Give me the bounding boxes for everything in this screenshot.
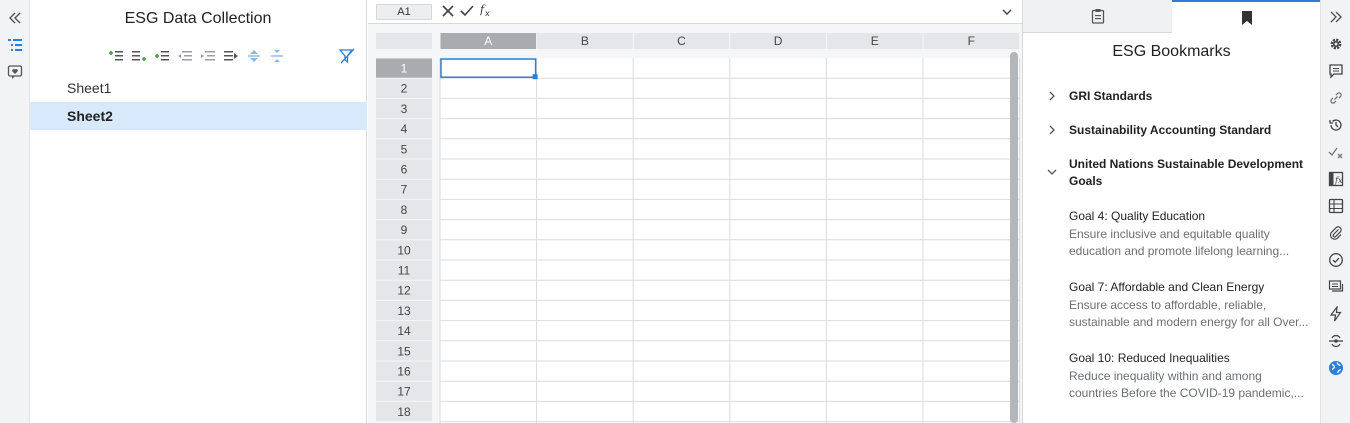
column-header-label: A bbox=[484, 34, 492, 48]
formula-actions: fx bbox=[442, 3, 494, 22]
goal-description: countries Before the COVID-19 pandemic,.… bbox=[1069, 386, 1304, 400]
goal-item[interactable]: Goal 7: Affordable and Clean Energy Ensu… bbox=[1069, 279, 1311, 332]
chevron-down-icon bbox=[1047, 169, 1057, 175]
outline-toolbar bbox=[108, 47, 285, 65]
column-header-label: F bbox=[968, 34, 975, 48]
insert-row-above-icon[interactable] bbox=[108, 48, 124, 64]
column-header-label: D bbox=[774, 34, 783, 48]
select-all-corner bbox=[376, 33, 432, 49]
filter-clear-icon[interactable] bbox=[338, 47, 356, 65]
comment-icon[interactable] bbox=[1327, 62, 1345, 80]
row-header-label: 18 bbox=[397, 405, 411, 419]
column-header-label: C bbox=[677, 34, 686, 48]
link-icon[interactable] bbox=[1327, 89, 1345, 107]
svg-text:x: x bbox=[485, 9, 490, 17]
goal-title: Goal 4: Quality Education bbox=[1069, 209, 1206, 223]
row-header-label: 1 bbox=[401, 62, 408, 76]
expand-icon[interactable] bbox=[246, 48, 262, 64]
row-header-label: 6 bbox=[401, 163, 408, 177]
history-icon[interactable] bbox=[1327, 116, 1345, 134]
row-header-label: 14 bbox=[397, 324, 411, 338]
bookmark-icon bbox=[1241, 10, 1252, 25]
conversations-icon[interactable] bbox=[1327, 278, 1345, 296]
expand-panel-icon[interactable] bbox=[1327, 8, 1345, 26]
row-header-label: 16 bbox=[397, 365, 411, 379]
goal-description: Reduce inequality within and among bbox=[1069, 368, 1262, 383]
goal-description: sustainable and modern energy for all Ov… bbox=[1069, 315, 1309, 329]
right-rail: fx bbox=[1320, 0, 1350, 423]
bookmarks-title: ESG Bookmarks bbox=[1112, 43, 1231, 60]
goal-item[interactable]: Goal 10: Reduced Inequalities Reduce ine… bbox=[1069, 350, 1311, 403]
approval-icon[interactable] bbox=[1327, 251, 1345, 269]
lightning-icon[interactable] bbox=[1327, 305, 1345, 323]
goal-description: education and promote lifelong learning.… bbox=[1069, 244, 1290, 258]
bookmark-section-sasb[interactable]: Sustainability Accounting Standard bbox=[1045, 122, 1315, 139]
goal-title: Goal 10: Reduced Inequalities bbox=[1069, 351, 1230, 365]
svg-text:fx: fx bbox=[1334, 176, 1343, 185]
favorites-icon[interactable] bbox=[5, 62, 25, 82]
gear-icon[interactable] bbox=[1327, 35, 1345, 53]
sheet-item-sheet2[interactable]: Sheet2 bbox=[30, 102, 367, 130]
chevron-right-icon bbox=[1049, 125, 1055, 135]
sheet-item-sheet1[interactable]: Sheet1 bbox=[30, 74, 367, 102]
connection-icon[interactable] bbox=[1327, 332, 1345, 350]
bookmark-section-sdg[interactable]: United Nations Sustainable Development G… bbox=[1045, 156, 1315, 190]
spreadsheet-area: A1 fx ABCDEF 1 2 3 4 5 6 7 8 9 10 11 12 13 14 15 16 17 18 bbox=[368, 0, 1022, 423]
formula-sheet-icon[interactable]: fx bbox=[1327, 170, 1345, 188]
row-header-label: 11 bbox=[398, 264, 411, 278]
cell-grid[interactable]: ABCDEF 123456789101112131415161718 bbox=[368, 24, 1022, 423]
left-panel: ESG Data Collection Sheet1 Sheet2 bbox=[30, 0, 367, 423]
row-header-label: 8 bbox=[401, 203, 408, 217]
right-panel: ESG Bookmarks GRI Standards Sustainabili… bbox=[1022, 0, 1321, 423]
row-header-label: 4 bbox=[401, 122, 408, 136]
column-header-label: B bbox=[581, 34, 589, 48]
goal-item[interactable]: Goal 4: Quality Education Ensure inclusi… bbox=[1069, 208, 1311, 261]
tab-bookmarks[interactable] bbox=[1172, 0, 1321, 33]
fill-handle bbox=[532, 74, 538, 80]
row-header-label: 9 bbox=[401, 223, 408, 237]
outdent-icon[interactable] bbox=[177, 48, 193, 64]
row-header-label: 2 bbox=[401, 82, 408, 96]
chevron-right-icon bbox=[1049, 91, 1055, 101]
row-header-label: 15 bbox=[397, 344, 411, 358]
row-header-label: 17 bbox=[397, 385, 411, 399]
left-rail bbox=[0, 0, 30, 423]
insert-row-below-icon[interactable] bbox=[131, 48, 147, 64]
globe-icon[interactable] bbox=[1327, 359, 1345, 377]
formula-bar: A1 fx bbox=[368, 0, 1022, 24]
collapse-left-icon[interactable] bbox=[5, 8, 25, 28]
goal-description: Ensure inclusive and equitable quality bbox=[1069, 226, 1270, 241]
column-header-label: E bbox=[871, 34, 879, 48]
check-changes-icon[interactable] bbox=[1327, 143, 1345, 161]
indent-icon[interactable] bbox=[200, 48, 216, 64]
row-header-label: 7 bbox=[401, 183, 408, 197]
bookmark-section-gri[interactable]: GRI Standards bbox=[1045, 88, 1315, 105]
function-icon[interactable]: fx bbox=[479, 3, 494, 22]
vertical-scrollbar bbox=[1010, 52, 1018, 423]
row-header-label: 3 bbox=[401, 102, 408, 116]
row-header-label: 10 bbox=[397, 243, 411, 257]
row-header-label: 12 bbox=[397, 284, 411, 298]
tab-clipboard[interactable] bbox=[1023, 0, 1172, 33]
app-window: ESG Data Collection Sheet1 Sheet2 A1 f x… bbox=[0, 0, 1350, 423]
table-icon[interactable] bbox=[1327, 197, 1345, 215]
goal-description: Ensure access to affordable, reliable, bbox=[1069, 297, 1267, 312]
outline-icon[interactable] bbox=[5, 35, 25, 55]
clipboard-icon bbox=[1091, 9, 1104, 24]
confirm-icon[interactable] bbox=[460, 4, 474, 22]
cancel-icon[interactable] bbox=[442, 4, 454, 22]
attachment-icon[interactable] bbox=[1327, 224, 1345, 242]
collapse-icon[interactable] bbox=[269, 48, 285, 64]
move-right-icon[interactable] bbox=[223, 48, 239, 64]
insert-column-icon[interactable] bbox=[154, 48, 170, 64]
panel-title: ESG Data Collection bbox=[124, 10, 272, 27]
row-header-label: 13 bbox=[397, 304, 411, 318]
row-header-label: 5 bbox=[401, 142, 408, 156]
goal-title: Goal 7: Affordable and Clean Energy bbox=[1069, 280, 1265, 294]
chevron-down-icon[interactable] bbox=[1000, 5, 1014, 19]
name-box[interactable]: A1 bbox=[376, 4, 432, 20]
